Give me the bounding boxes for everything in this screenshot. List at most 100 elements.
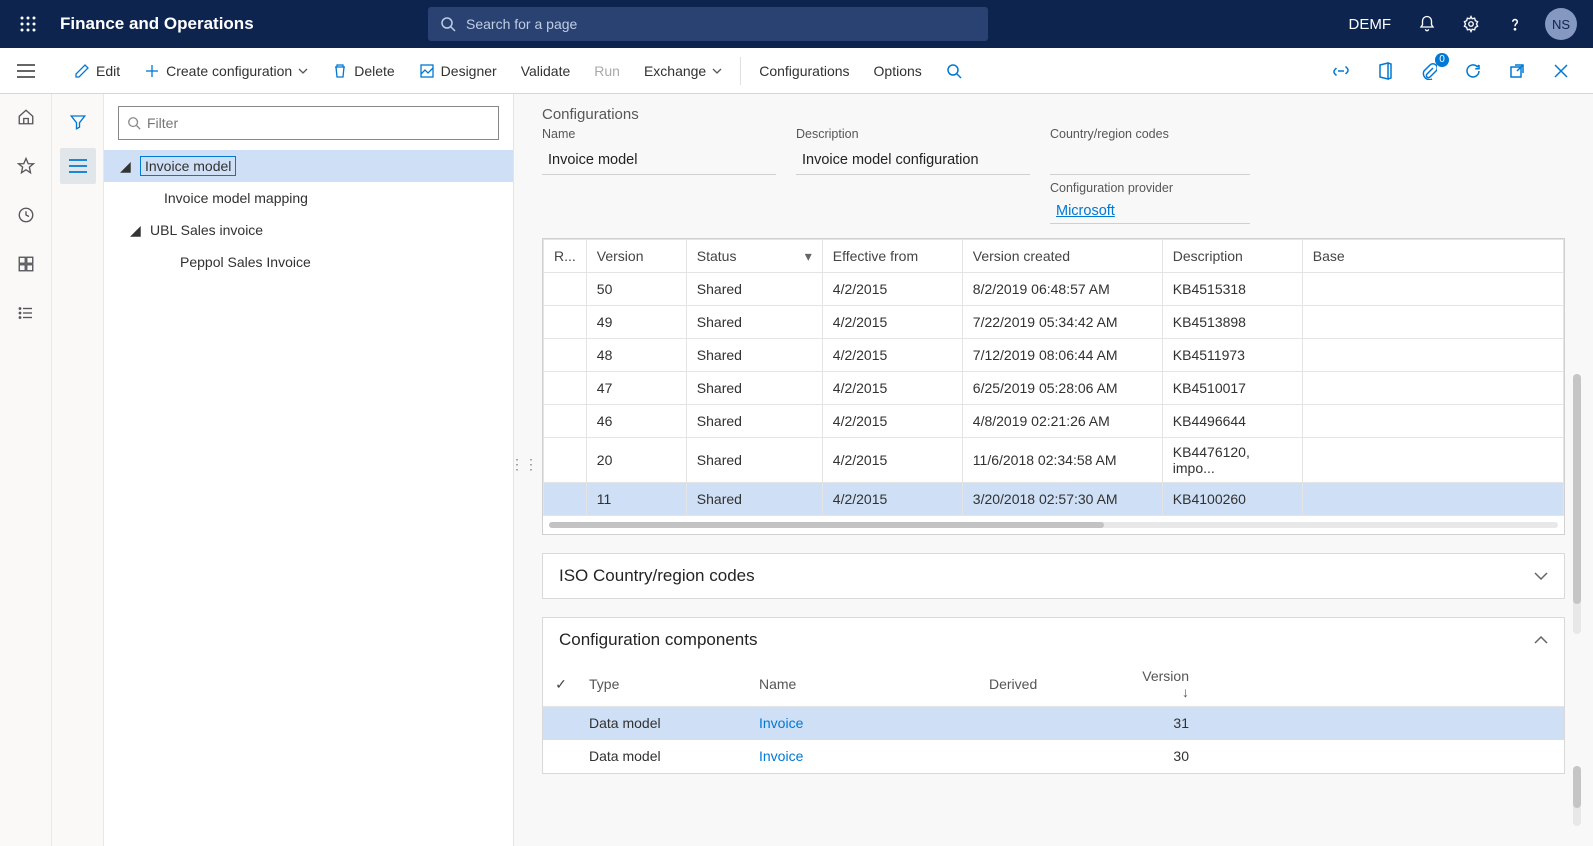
funnel-icon: ▾: [805, 248, 812, 265]
chevron-up-icon: [1534, 636, 1548, 644]
create-configuration-button[interactable]: Create configuration: [132, 48, 320, 94]
help-button[interactable]: [1493, 0, 1537, 48]
caret-expanded-icon[interactable]: ◢: [130, 222, 144, 239]
run-label: Run: [594, 63, 620, 79]
tree-node-invoice-model[interactable]: ◢ Invoice model: [104, 150, 513, 182]
caret-expanded-icon[interactable]: ◢: [120, 158, 134, 175]
col-effective[interactable]: Effective from: [822, 240, 962, 273]
popout-icon: [1509, 63, 1525, 79]
link-icon: [1332, 62, 1350, 80]
list-view-button[interactable]: [60, 148, 96, 184]
validate-button[interactable]: Validate: [509, 48, 583, 94]
company-switcher[interactable]: DEMF: [1335, 16, 1406, 33]
tree-node-peppol-sales-invoice[interactable]: Peppol Sales Invoice: [104, 246, 513, 278]
comp-col-name[interactable]: Name: [749, 662, 979, 707]
col-created[interactable]: Version created: [962, 240, 1162, 273]
home-icon: [17, 108, 35, 126]
delete-button[interactable]: Delete: [320, 48, 406, 94]
components-title: Configuration components: [559, 630, 757, 650]
workspace-icon: [17, 255, 35, 273]
office-icon: [1377, 62, 1393, 80]
close-button[interactable]: [1545, 55, 1577, 87]
tree-node-invoice-model-mapping[interactable]: Invoice model mapping: [104, 182, 513, 214]
version-row[interactable]: 47Shared4/2/20156/25/2019 05:28:06 AMKB4…: [544, 372, 1564, 405]
modules-button[interactable]: [17, 304, 35, 325]
page-title: Configurations: [542, 106, 1565, 123]
nav-toggle-button[interactable]: [0, 48, 52, 93]
col-status[interactable]: Status▾: [686, 240, 822, 273]
versions-scrollbar[interactable]: [1573, 374, 1581, 634]
hamburger-icon: [17, 64, 35, 78]
col-version[interactable]: Version: [586, 240, 686, 273]
notifications-button[interactable]: [1405, 0, 1449, 48]
components-fasttab: Configuration components ✓ Type Name Der…: [542, 617, 1565, 774]
user-avatar[interactable]: NS: [1545, 8, 1577, 40]
version-row[interactable]: 49Shared4/2/20157/22/2019 05:34:42 AMKB4…: [544, 306, 1564, 339]
favorites-button[interactable]: [17, 157, 35, 178]
col-description[interactable]: Description: [1162, 240, 1302, 273]
component-row[interactable]: Data modelInvoice30: [543, 740, 1564, 773]
tree-label: Invoice model mapping: [164, 190, 308, 206]
version-row[interactable]: 46Shared4/2/20154/8/2019 02:21:26 AMKB44…: [544, 405, 1564, 438]
lines-icon: [69, 159, 87, 173]
refresh-icon: [1464, 62, 1482, 80]
attachments-badge: 0: [1435, 53, 1449, 67]
exchange-button[interactable]: Exchange: [632, 48, 734, 94]
designer-button[interactable]: Designer: [407, 48, 509, 94]
col-r[interactable]: R...: [544, 240, 587, 273]
comp-col-type[interactable]: Type: [579, 662, 749, 707]
settings-button[interactable]: [1449, 0, 1493, 48]
provider-link[interactable]: Microsoft: [1050, 199, 1250, 224]
version-row[interactable]: 11Shared4/2/20153/20/2018 02:57:30 AMKB4…: [544, 483, 1564, 516]
comp-col-version[interactable]: Version ↓: [1129, 662, 1199, 707]
close-icon: [1554, 64, 1568, 78]
edit-label: Edit: [96, 63, 120, 79]
country-label: Country/region codes: [1050, 127, 1250, 141]
designer-icon: [419, 63, 435, 79]
splitter-handle[interactable]: ⋮⋮: [514, 444, 518, 484]
edit-button[interactable]: Edit: [62, 48, 132, 94]
tree-filter-input[interactable]: Filter: [118, 106, 499, 140]
options-button[interactable]: Options: [862, 48, 934, 94]
global-search[interactable]: Search for a page: [428, 7, 988, 41]
configuration-tree: ◢ Invoice model Invoice model mapping ◢ …: [104, 146, 513, 282]
version-row[interactable]: 20Shared4/2/201511/6/2018 02:34:58 AMKB4…: [544, 438, 1564, 483]
waffle-icon: [20, 16, 36, 32]
chevron-down-icon: [712, 68, 722, 74]
component-row[interactable]: Data modelInvoice31: [543, 707, 1564, 740]
components-scrollbar[interactable]: [1573, 766, 1581, 826]
recent-button[interactable]: [17, 206, 35, 227]
iso-fasttab[interactable]: ISO Country/region codes: [542, 553, 1565, 599]
configurations-link[interactable]: Configurations: [747, 48, 861, 94]
components-header[interactable]: Configuration components: [543, 618, 1564, 662]
tree-label: Peppol Sales Invoice: [180, 254, 311, 270]
attachments-button[interactable]: 0: [1413, 55, 1445, 87]
col-base[interactable]: Base: [1302, 240, 1563, 273]
version-row[interactable]: 48Shared4/2/20157/12/2019 08:06:44 AMKB4…: [544, 339, 1564, 372]
workspaces-button[interactable]: [17, 255, 35, 276]
tree-node-ubl-sales-invoice[interactable]: ◢ UBL Sales invoice: [104, 214, 513, 246]
filter-pane-button[interactable]: [60, 104, 96, 140]
name-field[interactable]: [542, 145, 776, 175]
linked-button[interactable]: [1325, 55, 1357, 87]
run-button: Run: [582, 48, 632, 94]
description-label: Description: [796, 127, 1030, 141]
plus-icon: [144, 63, 160, 79]
tree-label: Invoice model: [140, 156, 236, 176]
paperclip-icon: [1421, 62, 1437, 80]
description-field[interactable]: [796, 145, 1030, 175]
app-launcher-button[interactable]: [8, 16, 48, 32]
provider-label: Configuration provider: [1050, 181, 1250, 195]
list-icon: [17, 304, 35, 322]
select-all-checkbox[interactable]: ✓: [543, 662, 579, 707]
country-field[interactable]: [1050, 145, 1250, 175]
app-brand: Finance and Operations: [48, 14, 428, 34]
office-button[interactable]: [1369, 55, 1401, 87]
refresh-button[interactable]: [1457, 55, 1489, 87]
home-button[interactable]: [17, 108, 35, 129]
horizontal-scrollbar[interactable]: [549, 522, 1558, 528]
comp-col-derived[interactable]: Derived: [979, 662, 1129, 707]
actionbar-search-button[interactable]: [934, 48, 974, 94]
version-row[interactable]: 50Shared4/2/20158/2/2019 06:48:57 AMKB45…: [544, 273, 1564, 306]
popout-button[interactable]: [1501, 55, 1533, 87]
